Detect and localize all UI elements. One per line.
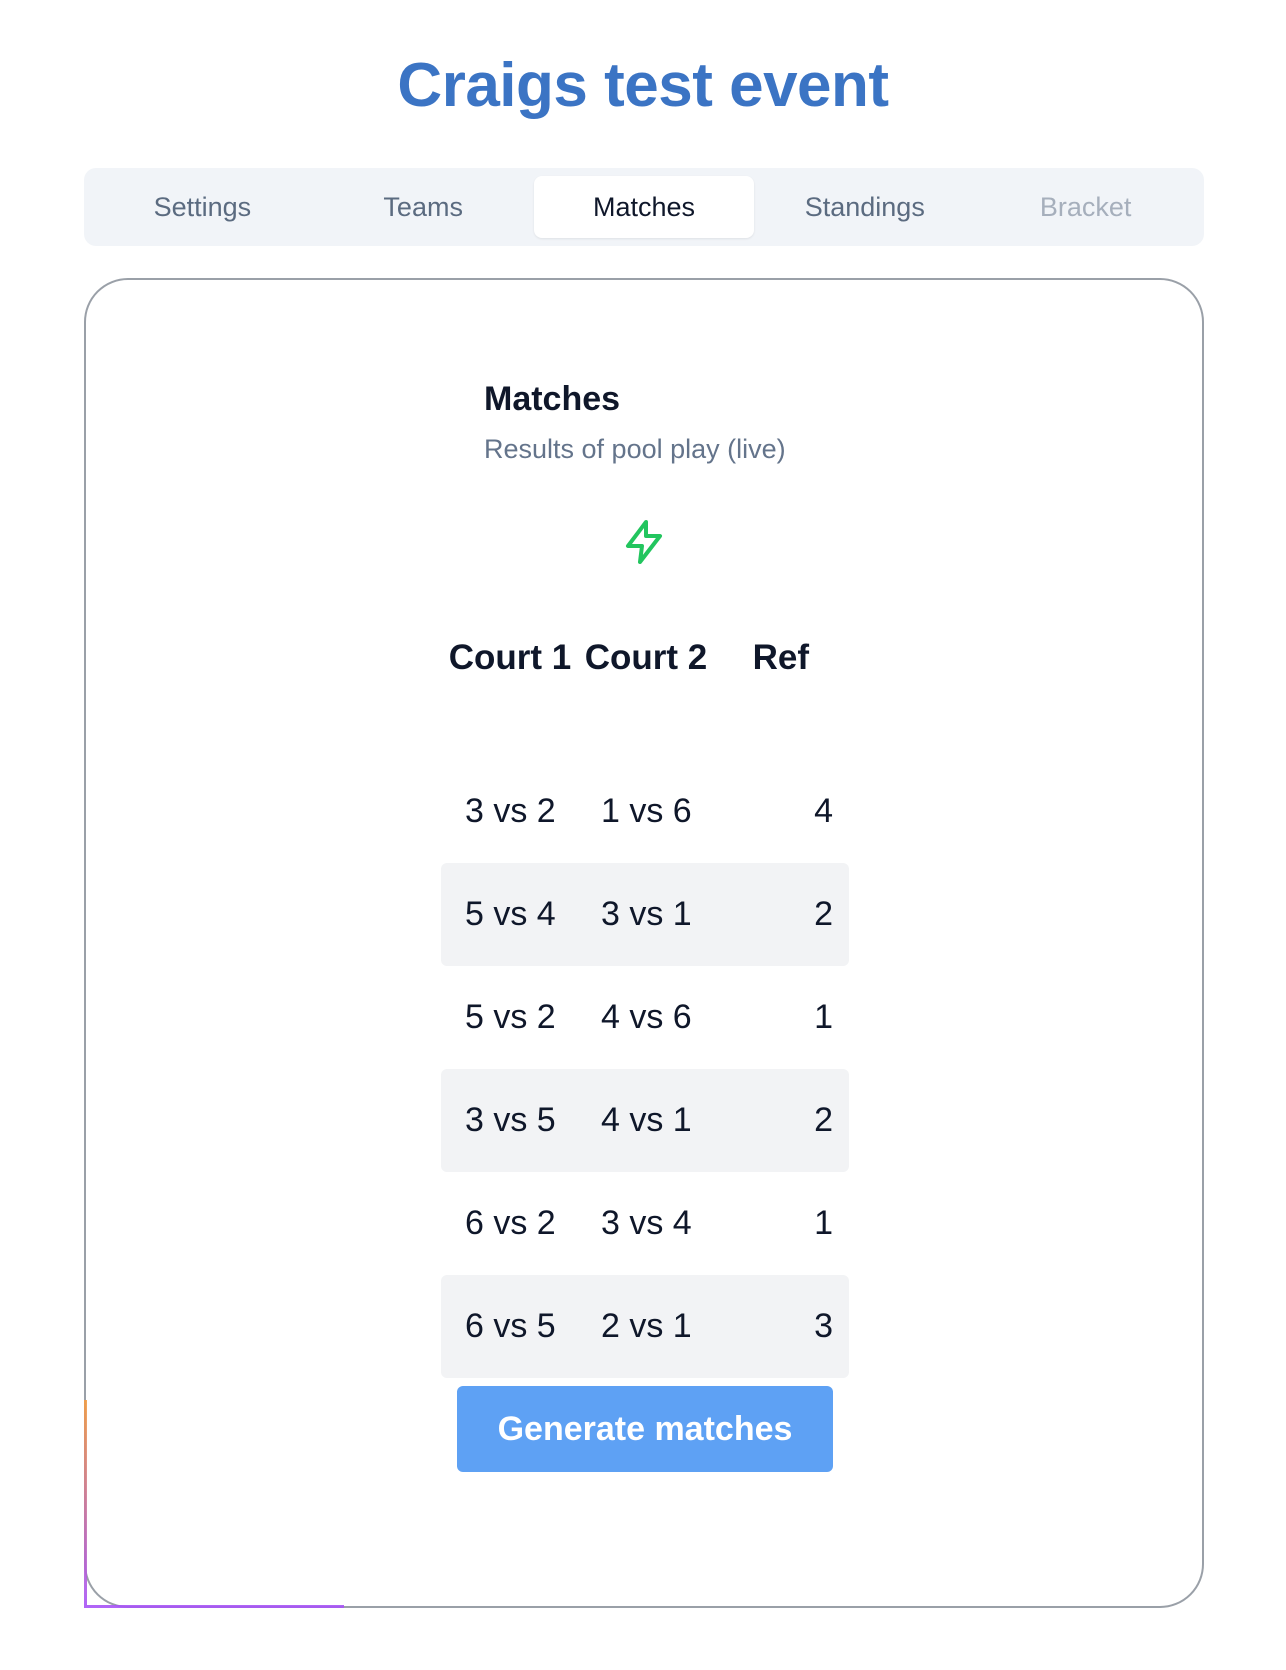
ref-team: 1 xyxy=(814,1204,833,1242)
court-2-match: 3 vs 1 xyxy=(601,895,692,933)
court-2-match: 2 vs 1 xyxy=(601,1307,692,1345)
column-header-court-2: Court 2 xyxy=(584,638,708,677)
ref-team: 2 xyxy=(814,1101,833,1139)
court-2-match: 4 vs 1 xyxy=(601,1101,692,1139)
court-1-match: 5 vs 4 xyxy=(465,895,556,933)
tab-bracket: Bracket xyxy=(1039,191,1132,222)
court-1-match: 5 vs 2 xyxy=(465,998,556,1036)
matches-subheading: Results of pool play (live) xyxy=(484,434,786,464)
table-row: 5 vs 4 3 vs 1 2 xyxy=(441,863,849,966)
table-row: 5 vs 2 4 vs 6 1 xyxy=(441,966,849,1069)
court-1-match: 6 vs 2 xyxy=(465,1204,556,1242)
lightning-bolt-icon xyxy=(626,520,662,564)
column-header-ref: Ref xyxy=(752,638,809,677)
tab-matches[interactable]: Matches xyxy=(533,176,755,238)
matches-heading: Matches xyxy=(484,380,621,418)
table-row: 3 vs 5 4 vs 1 2 xyxy=(441,1069,849,1172)
table-header: Court 1 Court 2 Ref xyxy=(441,630,849,760)
page-title: Craigs test event xyxy=(397,51,889,120)
court-2-match: 3 vs 4 xyxy=(601,1204,692,1242)
tab-bar: Settings Teams Matches Standings Bracket xyxy=(84,168,1204,246)
tab-teams[interactable]: Teams xyxy=(313,176,534,238)
matches-table: Court 1 Court 2 Ref 3 vs 2 1 vs 6 4 5 vs… xyxy=(441,630,849,1378)
court-1-match: 3 vs 5 xyxy=(465,1101,556,1139)
table-row: 3 vs 2 1 vs 6 4 xyxy=(441,760,849,863)
tab-settings[interactable]: Settings xyxy=(92,176,313,238)
court-2-match: 1 vs 6 xyxy=(601,792,692,830)
court-1-match: 3 vs 2 xyxy=(465,792,556,830)
ref-team: 1 xyxy=(814,998,833,1036)
table-row: 6 vs 2 3 vs 4 1 xyxy=(441,1172,849,1275)
court-2-match: 4 vs 6 xyxy=(601,998,692,1036)
column-header-court-1: Court 1 xyxy=(448,638,572,677)
table-row: 6 vs 5 2 vs 1 3 xyxy=(441,1275,849,1378)
generate-matches-button[interactable]: Generate matches xyxy=(457,1386,833,1472)
tab-standings[interactable]: Standings xyxy=(754,176,975,238)
ref-team: 2 xyxy=(814,895,833,933)
ref-team: 4 xyxy=(814,792,833,830)
court-1-match: 6 vs 5 xyxy=(465,1307,556,1345)
ref-team: 3 xyxy=(814,1307,833,1345)
